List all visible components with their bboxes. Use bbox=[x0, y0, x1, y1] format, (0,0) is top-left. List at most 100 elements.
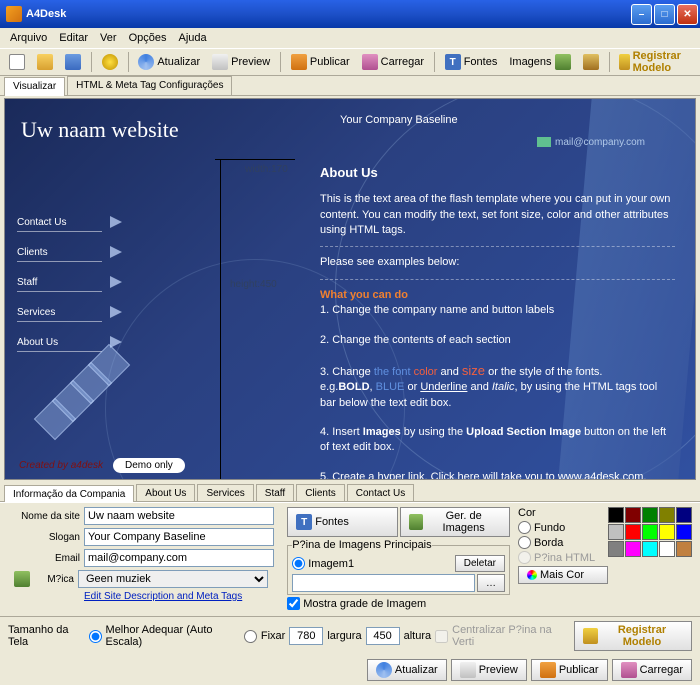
close-button[interactable]: ✕ bbox=[677, 4, 698, 25]
menu-ver[interactable]: Ver bbox=[94, 30, 123, 46]
extra-icon bbox=[583, 54, 599, 70]
nav-staff[interactable]: Staff bbox=[17, 274, 102, 292]
color-swatch[interactable] bbox=[642, 524, 658, 540]
fontes-btn[interactable]: TFontes bbox=[287, 507, 397, 537]
tab-contact-us[interactable]: Contact Us bbox=[347, 484, 414, 501]
top-email[interactable]: mail@company.com bbox=[537, 137, 645, 148]
imagem1-radio[interactable] bbox=[292, 557, 305, 570]
height-input[interactable] bbox=[366, 627, 400, 645]
menu-opcoes[interactable]: Opções bbox=[123, 30, 173, 46]
deletar-btn[interactable]: Deletar bbox=[455, 555, 505, 572]
menu-arquivo[interactable]: Arquivo bbox=[4, 30, 53, 46]
email-input[interactable] bbox=[84, 549, 274, 567]
tab-staff[interactable]: Staff bbox=[256, 484, 294, 501]
click-here-link[interactable]: Click here bbox=[431, 471, 480, 480]
registrar-button[interactable]: Registrar Modelo bbox=[614, 48, 696, 76]
mais-cor-btn[interactable]: Mais Cor bbox=[518, 566, 608, 584]
extra-button[interactable] bbox=[578, 52, 604, 72]
width-label: width:170 bbox=[245, 164, 288, 175]
pagina-html-label: P?ina HTML bbox=[534, 552, 595, 564]
tab-about-us[interactable]: About Us bbox=[136, 484, 195, 501]
borda-radio[interactable] bbox=[518, 536, 531, 549]
color-swatch[interactable] bbox=[642, 541, 658, 557]
color-swatch[interactable] bbox=[608, 541, 624, 557]
color-swatch[interactable] bbox=[642, 507, 658, 523]
width-input[interactable] bbox=[289, 627, 323, 645]
slogan-input[interactable] bbox=[84, 528, 274, 546]
tab-info-compania[interactable]: Informação da Compania bbox=[4, 485, 134, 502]
nome-input[interactable] bbox=[84, 507, 274, 525]
minimize-button[interactable]: – bbox=[631, 4, 652, 25]
window-title: A4Desk bbox=[26, 8, 66, 20]
tab-services[interactable]: Services bbox=[197, 484, 253, 501]
new-icon bbox=[9, 54, 25, 70]
mostra-grade-checkbox[interactable] bbox=[287, 597, 300, 610]
new-button[interactable] bbox=[4, 52, 30, 72]
pagina-html-radio bbox=[518, 551, 531, 564]
color-swatch[interactable] bbox=[659, 541, 675, 557]
registrar-modelo-btn[interactable]: Registrar Modelo bbox=[574, 621, 692, 651]
nav-clients[interactable]: Clients bbox=[17, 244, 102, 262]
main-toolbar: Atualizar Preview Publicar Carregar TFon… bbox=[0, 48, 700, 76]
color-swatch[interactable] bbox=[608, 507, 624, 523]
color-swatch[interactable] bbox=[676, 507, 692, 523]
li1: 1. Change the company name and button la… bbox=[320, 303, 675, 318]
key-icon bbox=[619, 54, 629, 70]
color-swatch[interactable] bbox=[676, 541, 692, 557]
cor-label: Cor bbox=[518, 507, 608, 519]
content-area: About Us This is the text area of the fl… bbox=[320, 164, 675, 480]
color-swatch[interactable] bbox=[625, 541, 641, 557]
altura-label: altura bbox=[404, 630, 432, 642]
nav-services[interactable]: Services bbox=[17, 304, 102, 322]
carregar-label: Carregar bbox=[381, 56, 424, 68]
centralizar-label: Centralizar P?ina na Verti bbox=[452, 624, 566, 648]
color-swatch[interactable] bbox=[625, 507, 641, 523]
open-button[interactable] bbox=[32, 52, 58, 72]
imagem1-label: Imagem1 bbox=[308, 558, 354, 570]
key-icon-2 bbox=[583, 628, 598, 644]
publish-icon bbox=[291, 54, 307, 70]
screensize-row: Tamanho da Tela Melhor Adequar (Auto Esc… bbox=[0, 616, 700, 655]
color-swatch[interactable] bbox=[659, 507, 675, 523]
tamanho-label: Tamanho da Tela bbox=[8, 624, 85, 648]
bulb-icon bbox=[102, 54, 118, 70]
nav-contact-us[interactable]: Contact Us bbox=[17, 214, 102, 232]
images-icon-2 bbox=[409, 514, 424, 530]
tab-visualizar[interactable]: Visualizar bbox=[4, 77, 65, 96]
fixar-radio[interactable] bbox=[244, 630, 257, 643]
color-swatch[interactable] bbox=[676, 524, 692, 540]
menu-ajuda[interactable]: Ajuda bbox=[172, 30, 212, 46]
save-button[interactable] bbox=[60, 52, 86, 72]
intro-text: This is the text area of the flash templ… bbox=[320, 192, 675, 238]
publicar-button[interactable]: Publicar bbox=[286, 52, 355, 72]
maximize-button[interactable]: □ bbox=[654, 4, 675, 25]
menu-editar[interactable]: Editar bbox=[53, 30, 94, 46]
hint-button[interactable] bbox=[97, 52, 123, 72]
nav-about-us[interactable]: About Us bbox=[17, 334, 102, 352]
footer-carregar-btn[interactable]: Carregar bbox=[612, 659, 692, 681]
preview-button[interactable]: Preview bbox=[207, 52, 275, 72]
menubar: Arquivo Editar Ver Opções Ajuda bbox=[0, 28, 700, 48]
imagens-button[interactable]: Imagens bbox=[504, 52, 575, 72]
footer-publicar-btn[interactable]: Publicar bbox=[531, 659, 608, 681]
edit-meta-link[interactable]: Edit Site Description and Meta Tags bbox=[84, 591, 279, 602]
color-swatch[interactable] bbox=[659, 524, 675, 540]
color-swatch[interactable] bbox=[608, 524, 624, 540]
auto-escala-radio[interactable] bbox=[89, 630, 102, 643]
musica-select[interactable]: Geen muziek bbox=[78, 570, 268, 588]
browse-btn[interactable]: … bbox=[477, 574, 505, 592]
company-baseline: Your Company Baseline bbox=[340, 114, 458, 126]
image-path-input[interactable] bbox=[292, 574, 475, 592]
footer-atualizar-btn[interactable]: Atualizar bbox=[367, 659, 447, 681]
pagina-imagens-fieldset: P?ina de Imagens Principais Imagem1Delet… bbox=[287, 539, 510, 595]
preview-icon bbox=[212, 54, 228, 70]
footer-preview-btn[interactable]: Preview bbox=[451, 659, 527, 681]
tab-clients[interactable]: Clients bbox=[296, 484, 345, 501]
fontes-button[interactable]: TFontes bbox=[440, 52, 503, 72]
tab-htmlmeta[interactable]: HTML & Meta Tag Configurações bbox=[67, 76, 232, 95]
carregar-button[interactable]: Carregar bbox=[357, 52, 429, 72]
ger-imagens-btn[interactable]: Ger. de Imagens bbox=[400, 507, 510, 537]
color-swatch[interactable] bbox=[625, 524, 641, 540]
atualizar-button[interactable]: Atualizar bbox=[133, 52, 205, 72]
fundo-radio[interactable] bbox=[518, 521, 531, 534]
